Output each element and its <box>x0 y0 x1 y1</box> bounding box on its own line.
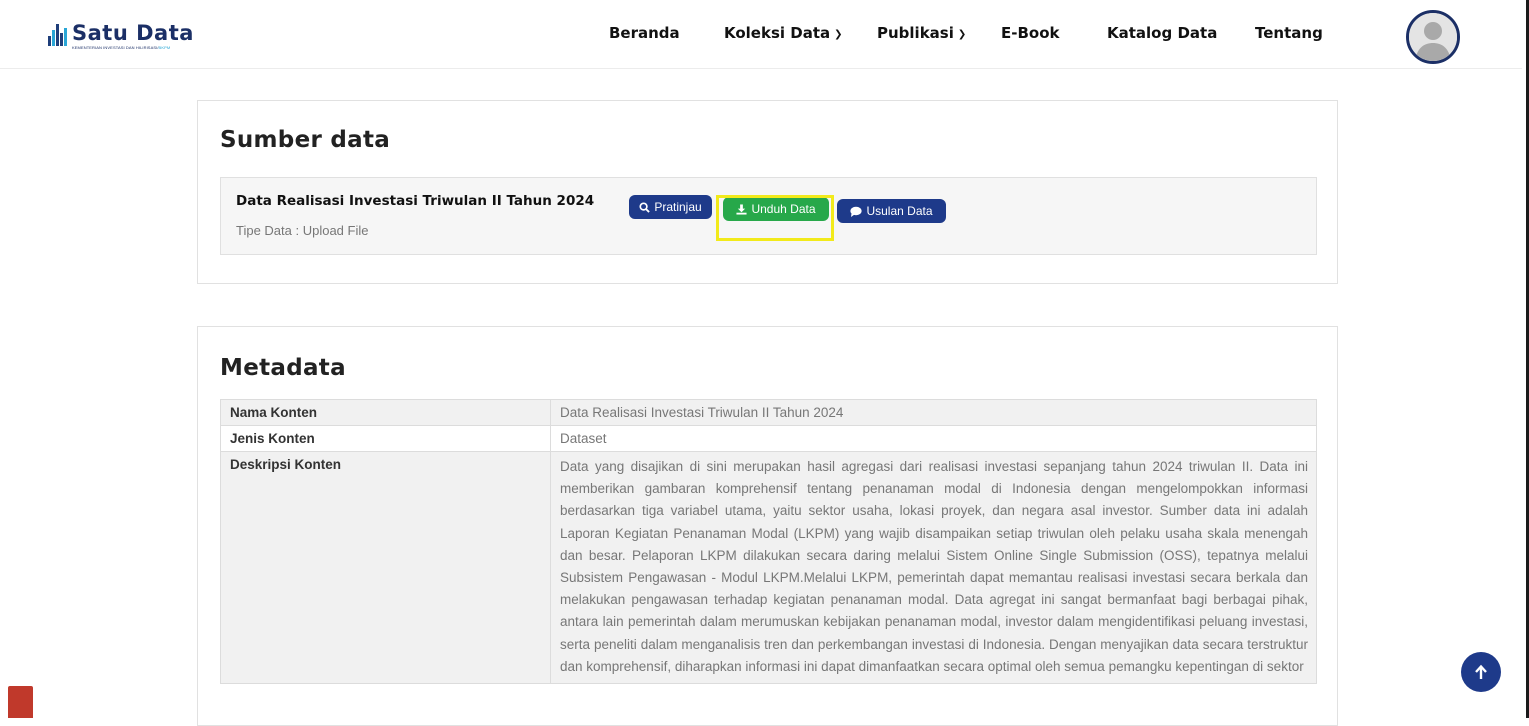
nav-catalog[interactable]: Katalog Data <box>1107 24 1217 42</box>
metadata-table: Nama Konten Data Realisasi Investasi Tri… <box>220 399 1317 685</box>
nav-collection[interactable]: Koleksi Data ❯ <box>724 24 843 42</box>
metadata-key: Deskripsi Konten <box>220 450 551 685</box>
search-icon <box>639 201 651 213</box>
nav-home[interactable]: Beranda <box>609 24 680 42</box>
table-row: Jenis Konten Dataset <box>220 425 1317 452</box>
metadata-value: Data Realisasi Investasi Triwulan II Tah… <box>550 399 1317 426</box>
source-section-title: Sumber data <box>220 127 391 153</box>
nav-ebook[interactable]: E-Book <box>1001 24 1060 42</box>
nav-about[interactable]: Tentang <box>1255 24 1323 42</box>
proposal-button[interactable]: Usulan Data <box>837 199 946 223</box>
metadata-key: Nama Konten <box>220 399 551 426</box>
navbar: Satu Data KEMENTERIAN INVESTASI DAN HILI… <box>0 0 1522 69</box>
arrow-up-icon <box>1475 664 1487 679</box>
chevron-down-icon: ❯ <box>957 29 967 40</box>
source-item-name: Data Realisasi Investasi Triwulan II Tah… <box>236 193 595 209</box>
metadata-value: Dataset <box>550 425 1317 452</box>
metadata-key: Jenis Konten <box>220 425 551 452</box>
metadata-description: Data yang disajikan di sini merupakan ha… <box>550 450 1317 685</box>
table-row: Deskripsi Konten Data yang disajikan di … <box>220 450 1317 685</box>
chevron-down-icon: ❯ <box>834 29 843 40</box>
scroll-top-button[interactable] <box>1461 652 1501 692</box>
user-avatar-icon <box>1409 13 1457 61</box>
nav-collection-label: Koleksi Data <box>724 24 831 42</box>
user-avatar[interactable] <box>1406 10 1460 64</box>
chat-icon <box>850 206 863 217</box>
metadata-section-title: Metadata <box>220 355 346 381</box>
main-nav: Beranda Koleksi Data ❯ Publikasi ❯ E-Book … <box>0 24 1529 48</box>
proposal-button-label: Usulan Data <box>866 204 933 218</box>
download-button[interactable]: Unduh Data <box>723 197 829 221</box>
nav-publication[interactable]: Publikasi ❯ <box>877 24 966 42</box>
source-item: Data Realisasi Investasi Triwulan II Tah… <box>220 177 1317 255</box>
preview-button[interactable]: Pratinjau <box>629 195 712 219</box>
preview-button-label: Pratinjau <box>654 200 702 214</box>
debug-badge-icon[interactable] <box>8 686 33 718</box>
download-button-label: Unduh Data <box>751 202 816 216</box>
download-icon <box>736 203 748 215</box>
table-row: Nama Konten Data Realisasi Investasi Tri… <box>220 399 1317 426</box>
source-item-type: Tipe Data : Upload File <box>236 223 369 238</box>
metadata-card: Metadata Nama Konten Data Realisasi Inve… <box>197 326 1338 726</box>
nav-publication-label: Publikasi <box>877 24 954 42</box>
source-card: Sumber data Data Realisasi Investasi Tri… <box>197 100 1338 284</box>
